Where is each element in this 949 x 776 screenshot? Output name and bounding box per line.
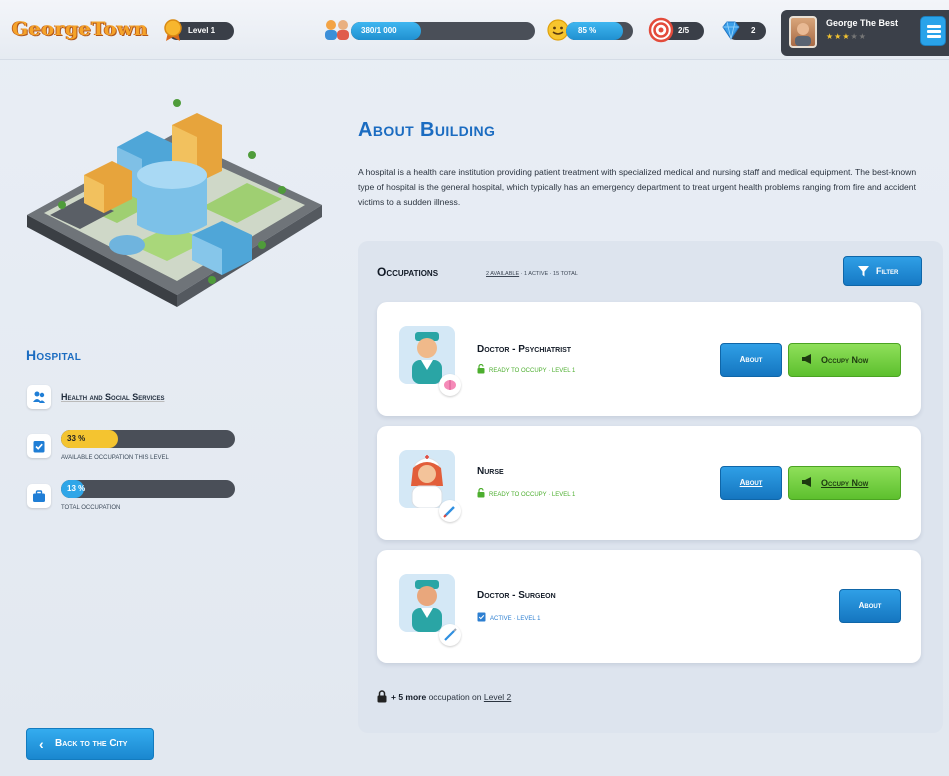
total-occupation-bar: 13 % bbox=[61, 480, 235, 498]
occupy-now-label: Occupy Now bbox=[821, 478, 869, 488]
happiness-bar: 85 % bbox=[566, 22, 633, 40]
top-bar: GeorgeTown Level 1 380/1 000 85 % 2/5 2 bbox=[0, 0, 949, 60]
profile-name: George The Best bbox=[826, 18, 899, 28]
hamburger-line-icon bbox=[927, 30, 941, 33]
occupy-now-button[interactable]: Occupy Now bbox=[788, 343, 901, 377]
megaphone-icon bbox=[802, 354, 811, 364]
total-occupation-caption: Total occupation bbox=[61, 505, 121, 511]
briefcase-icon bbox=[33, 490, 45, 502]
about-building-description: A hospital is a health care institution … bbox=[358, 167, 917, 208]
clipboard-check-icon bbox=[33, 441, 45, 453]
building-name: Hospital bbox=[26, 347, 82, 363]
back-button-label: Back to the City bbox=[55, 738, 128, 749]
menu-button[interactable] bbox=[920, 16, 946, 46]
unlock-icon bbox=[477, 487, 485, 498]
about-button[interactable]: About bbox=[839, 589, 901, 623]
hamburger-line-icon bbox=[927, 25, 941, 28]
filter-button[interactable]: Filter bbox=[843, 256, 922, 286]
occupations-summary: 2 available · 1 active · 15 total bbox=[486, 271, 578, 277]
back-to-city-button[interactable]: ‹ Back to the City bbox=[26, 728, 154, 760]
app-logo[interactable]: GeorgeTown bbox=[12, 18, 148, 40]
occupation-status-text: Active · Level 1 bbox=[490, 616, 541, 622]
service-category-link[interactable]: Health and Social Services bbox=[61, 392, 164, 402]
occupation-card: Doctor - Psychiatrist Ready to occupy · … bbox=[377, 302, 921, 416]
more-count: + 5 more bbox=[391, 692, 427, 702]
level-occupation-value: 33 % bbox=[67, 434, 86, 443]
occupations-summary-rest: · 1 active · 15 total bbox=[519, 271, 578, 277]
scalpel-icon bbox=[444, 628, 457, 641]
star-icon: ★ bbox=[858, 32, 867, 41]
population-bar: 380/1 000 bbox=[351, 22, 535, 40]
about-button[interactable]: About bbox=[720, 466, 782, 500]
hamburger-line-icon bbox=[927, 35, 941, 38]
level-badge: Level 1 bbox=[164, 19, 234, 41]
specialty-badge bbox=[439, 500, 461, 522]
specialty-badge bbox=[439, 624, 461, 646]
megaphone-icon bbox=[802, 477, 811, 487]
available-count-link[interactable]: 2 available bbox=[486, 271, 519, 277]
clipboard-check-icon bbox=[477, 612, 486, 622]
unlock-icon bbox=[477, 363, 485, 374]
population-value: 380/1 000 bbox=[361, 26, 397, 35]
occupation-status: Ready to occupy · Level 1 bbox=[477, 487, 576, 498]
targets-value: 2/5 bbox=[678, 26, 690, 35]
diamond-icon bbox=[722, 21, 740, 40]
people-icon bbox=[33, 391, 45, 403]
occupation-card: Nurse Ready to occupy · Level 1 About Oc… bbox=[377, 426, 921, 540]
occupation-status: Ready to occupy · Level 1 bbox=[477, 363, 576, 374]
gems-value: 2 bbox=[751, 26, 756, 35]
chevron-left-icon: ‹ bbox=[39, 736, 44, 752]
occupation-title: Doctor - Psychiatrist bbox=[477, 344, 572, 355]
occupy-now-button[interactable]: Occupy Now bbox=[788, 466, 901, 500]
about-building-title: About Building bbox=[358, 119, 496, 141]
population-icon bbox=[325, 20, 349, 40]
occupation-title: Nurse bbox=[477, 466, 504, 477]
services-icon-box bbox=[27, 385, 51, 409]
star-icon: ★ bbox=[826, 32, 835, 41]
level-occupation-caption: Available occupation this level bbox=[61, 455, 169, 461]
level-2-link[interactable]: Level 2 bbox=[484, 692, 511, 702]
more-occupations-note: + 5 more occupation on Level 2 bbox=[377, 690, 511, 703]
more-text: occupation on bbox=[426, 692, 484, 702]
occupation-card: Doctor - Surgeon Active · Level 1 About bbox=[377, 550, 921, 663]
medal-icon bbox=[164, 19, 182, 41]
brain-icon bbox=[444, 380, 456, 390]
level-occupation-bar: 33 % bbox=[61, 430, 235, 448]
star-icon: ★ bbox=[842, 32, 851, 41]
occupation-title: Doctor - Surgeon bbox=[477, 590, 556, 601]
occupation-status-text: Ready to occupy · Level 1 bbox=[489, 492, 576, 498]
user-avatar-icon bbox=[795, 23, 811, 46]
specialty-badge bbox=[439, 374, 461, 396]
avatar bbox=[789, 16, 817, 48]
target-icon bbox=[648, 17, 674, 43]
occupation-status: Active · Level 1 bbox=[477, 612, 540, 622]
occupations-title: Occupations bbox=[377, 265, 439, 279]
rating-stars: ★★★★★ bbox=[826, 32, 867, 41]
filter-icon bbox=[858, 266, 869, 277]
lock-icon bbox=[377, 690, 387, 703]
star-icon: ★ bbox=[850, 32, 859, 41]
level-occupation-icon-box bbox=[27, 434, 51, 458]
total-occupation-value: 13 % bbox=[67, 484, 86, 493]
hospital-building-illustration bbox=[27, 99, 322, 307]
occupation-status-text: Ready to occupy · Level 1 bbox=[489, 368, 576, 374]
filter-label: Filter bbox=[876, 266, 899, 276]
occupy-now-label: Occupy Now bbox=[821, 355, 869, 365]
happiness-value: 85 % bbox=[578, 26, 597, 35]
level-label: Level 1 bbox=[188, 26, 216, 35]
about-button[interactable]: About bbox=[720, 343, 782, 377]
syringe-icon bbox=[443, 506, 455, 518]
total-occupation-icon-box bbox=[27, 484, 51, 508]
